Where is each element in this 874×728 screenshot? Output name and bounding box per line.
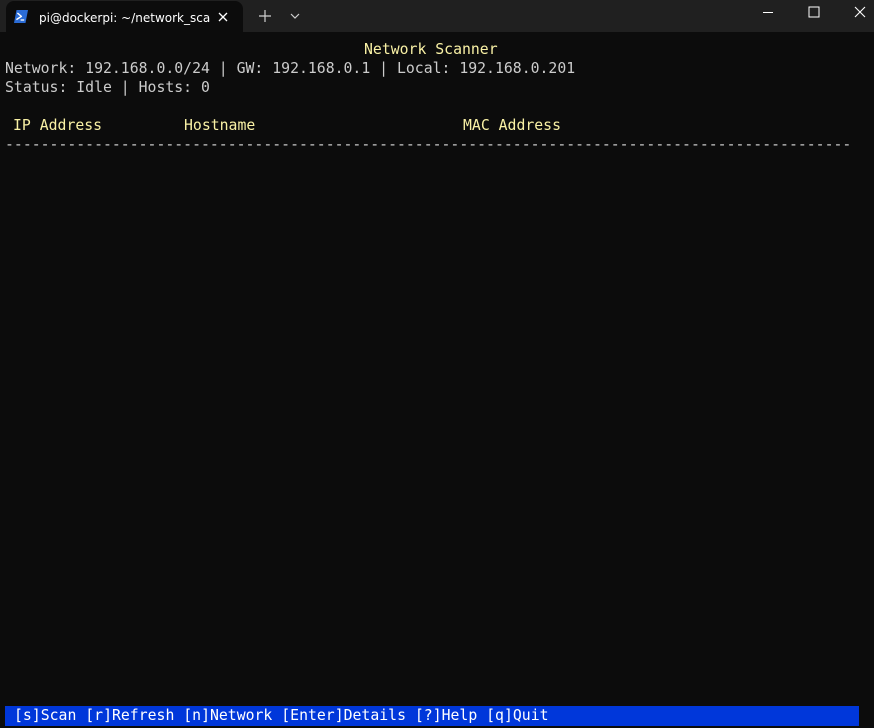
tab-title: pi@dockerpi: ~/network_scanner [39,11,211,25]
new-tab-plus-icon[interactable] [255,7,275,25]
maximize-icon[interactable] [792,0,836,26]
powershell-icon [14,10,28,23]
tab-close-icon[interactable] [216,10,230,24]
title-bar: pi@dockerpi: ~/network_scanner [0,0,874,32]
column-header-ip-address: IP Address [13,117,103,134]
status-info: Status: Idle | Hosts: 0 [5,79,210,96]
close-window-icon[interactable] [838,0,874,26]
network-info: Network: 192.168.0.0/24 | GW: 192.168.0.… [5,60,576,77]
hotkey-bar-text: [s]Scan [r]Refresh [n]Network [Enter]Det… [14,707,549,724]
hotkey-bar: [s]Scan [r]Refresh [n]Network [Enter]Det… [5,706,859,726]
app-title: Network Scanner [364,41,498,58]
column-header-mac-address: MAC Address [463,117,561,134]
terminal-area[interactable]: Network Scanner Network: 192.168.0.0/24 … [0,32,874,728]
table-separator: ----------------------------------------… [5,136,850,153]
minimize-icon[interactable] [746,0,790,26]
chevron-down-icon[interactable] [285,7,305,25]
column-header-hostname: Hostname [184,117,256,134]
terminal-tab[interactable]: pi@dockerpi: ~/network_scanner [6,1,243,32]
